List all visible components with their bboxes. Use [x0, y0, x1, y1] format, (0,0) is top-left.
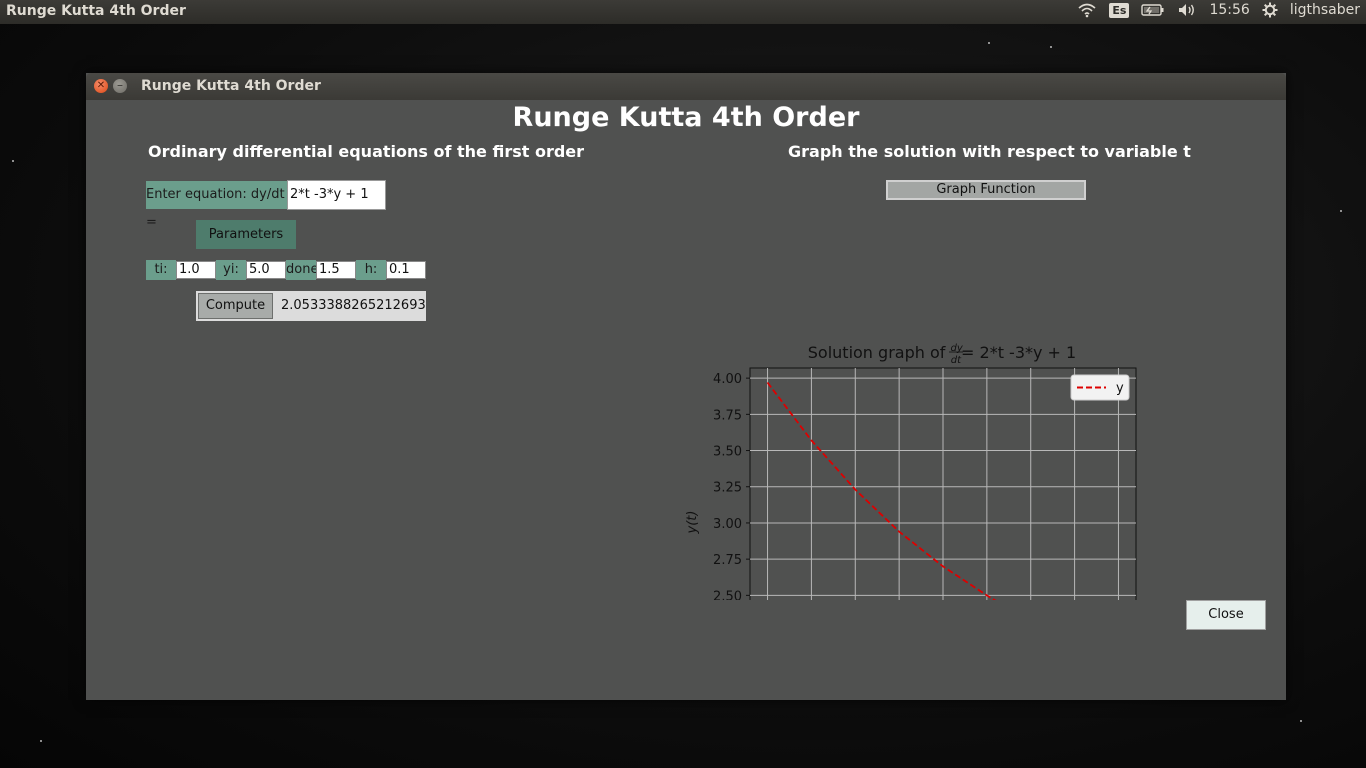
- h-label: h:: [356, 260, 386, 280]
- equation-label: Enter equation: dy/dt =: [146, 181, 287, 230]
- keyboard-layout-indicator[interactable]: Es: [1109, 2, 1130, 18]
- wifi-icon[interactable]: [1077, 2, 1097, 18]
- y-tick-label: 3.50: [713, 445, 742, 460]
- active-app-title: Runge Kutta 4th Order: [6, 3, 186, 19]
- ti-label: ti:: [146, 260, 176, 280]
- username[interactable]: ligthsaber: [1290, 2, 1360, 18]
- star: [40, 740, 42, 742]
- left-section-title: Ordinary differential equations of the f…: [148, 142, 585, 161]
- y-tick-label: 2.75: [713, 553, 742, 568]
- window-minimize-icon[interactable]: –: [113, 79, 127, 93]
- chart-title-suffix: = 2*t -3*y + 1: [961, 343, 1076, 362]
- chart-title: Solution graph of dy dt= 2*t -3*y + 1: [808, 343, 1076, 366]
- h-input[interactable]: 0.1: [386, 261, 426, 279]
- star: [1050, 46, 1052, 48]
- done-label: done: [286, 260, 316, 280]
- system-tray: Es 15:56 ligthsaber: [1077, 2, 1360, 18]
- yi-label: yi:: [216, 260, 246, 280]
- page-title: Runge Kutta 4th Order: [512, 102, 860, 133]
- app-window: ✕ – Runge Kutta 4th Order Runge Kutta 4t…: [86, 73, 1286, 700]
- y-tick-label: 3.75: [713, 408, 742, 423]
- settings-gear-icon[interactable]: [1262, 2, 1278, 18]
- equation-input[interactable]: 2*t -3*y + 1: [287, 180, 386, 210]
- yi-input[interactable]: 5.0: [246, 261, 286, 279]
- star: [988, 42, 990, 44]
- y-tick-label: 3.00: [713, 517, 742, 532]
- y-tick-label: 3.25: [713, 481, 742, 496]
- ti-input[interactable]: 1.0: [176, 261, 216, 279]
- clock[interactable]: 15:56: [1209, 2, 1249, 18]
- parameters-button[interactable]: Parameters: [196, 220, 296, 249]
- battery-icon[interactable]: [1141, 3, 1165, 17]
- window-titlebar[interactable]: ✕ – Runge Kutta 4th Order: [86, 73, 1286, 100]
- y-axis-label: y(t): [685, 511, 700, 535]
- close-button[interactable]: Close: [1186, 600, 1266, 630]
- star: [12, 160, 14, 162]
- chart-legend: y: [1070, 374, 1130, 401]
- legend-entry-label: y: [1116, 381, 1124, 396]
- y-tick-label: 4.00: [713, 372, 742, 387]
- y-tick-label: 2.50: [713, 589, 742, 600]
- solution-chart: Solution graph of dydt= 2*t -3*y + 1 1.1…: [685, 343, 1137, 600]
- compute-button[interactable]: Compute: [198, 293, 273, 319]
- right-section-title: Graph the solution with respect to varia…: [788, 142, 1191, 161]
- volume-icon[interactable]: [1177, 2, 1197, 18]
- graph-function-button[interactable]: Graph Function: [886, 180, 1086, 200]
- result-output: 2.0533388265212693: [281, 298, 426, 313]
- star: [1340, 210, 1342, 212]
- window-title: Runge Kutta 4th Order: [141, 78, 321, 94]
- window-close-icon[interactable]: ✕: [94, 79, 108, 93]
- compute-row: Compute 2.0533388265212693: [196, 291, 426, 321]
- top-panel: Runge Kutta 4th Order Es 15:56 ligthsabe…: [0, 0, 1366, 24]
- window-content: Runge Kutta 4th Order Ordinary different…: [86, 100, 1286, 700]
- done-input[interactable]: 1.5: [316, 261, 356, 279]
- star: [1300, 720, 1302, 722]
- chart-title-prefix: Solution graph of: [808, 343, 951, 362]
